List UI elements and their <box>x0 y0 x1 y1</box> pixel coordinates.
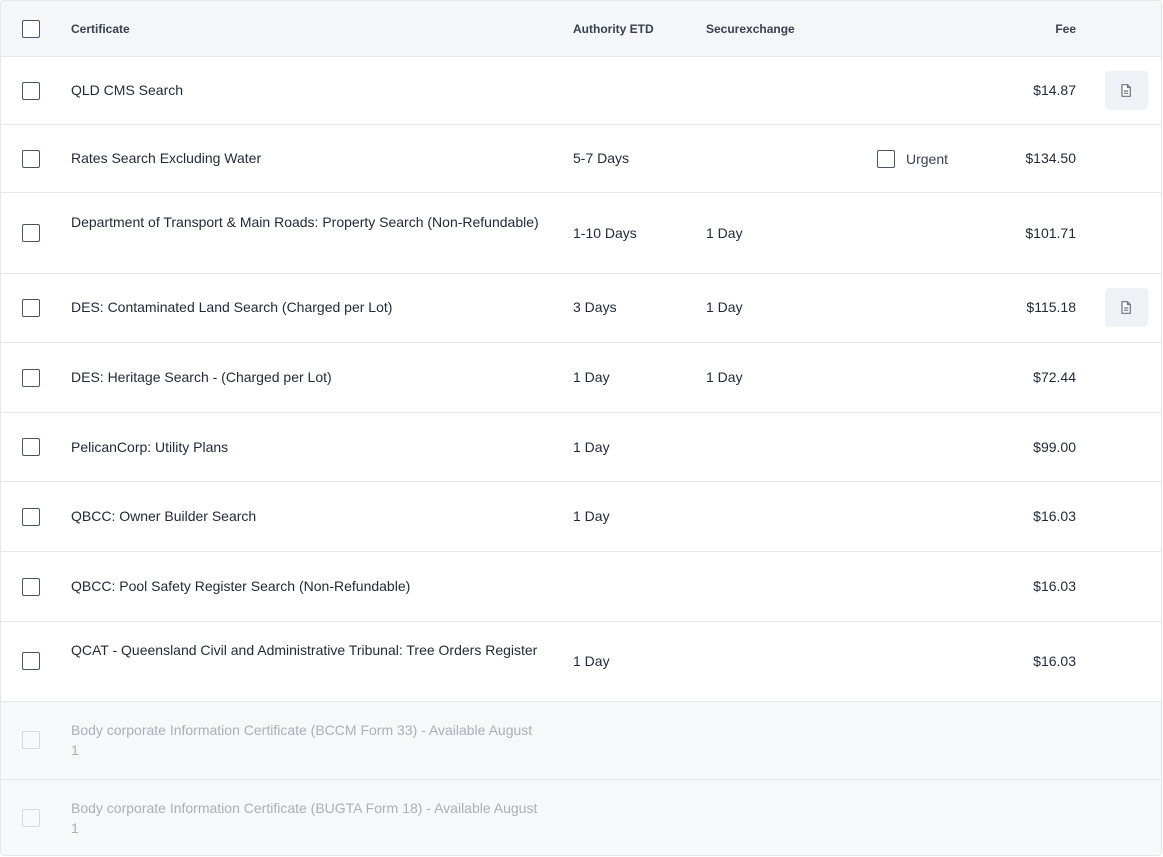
row-checkbox-disabled <box>22 809 40 827</box>
row-checkbox[interactable] <box>22 578 40 596</box>
certificate-name: QBCC: Owner Builder Search <box>71 508 257 524</box>
document-button[interactable] <box>1105 71 1148 110</box>
certificate-name: Body corporate Information Certificate (… <box>71 722 533 758</box>
header-certificate[interactable]: Certificate <box>71 19 541 39</box>
urgent-label[interactable]: Urgent <box>906 149 948 169</box>
authority-etd-value: 1 Day <box>573 653 610 669</box>
authority-etd-value: 1 Day <box>573 369 610 385</box>
fee-value: $16.03 <box>1033 508 1076 524</box>
header-securexchange[interactable]: Securexchange <box>706 19 795 39</box>
document-icon <box>1121 301 1131 314</box>
header-fee[interactable]: Fee <box>981 19 1076 39</box>
select-all-checkbox[interactable] <box>22 20 40 38</box>
authority-etd-value: 5-7 Days <box>573 150 630 166</box>
certificate-name: QBCC: Pool Safety Register Search (Non-R… <box>71 578 411 594</box>
table-row-disabled: Body corporate Information Certificate (… <box>1 702 1161 780</box>
fee-value: $16.03 <box>1033 578 1076 594</box>
row-checkbox[interactable] <box>22 369 40 387</box>
row-checkbox[interactable] <box>22 224 40 242</box>
fee-value: $99.00 <box>1033 439 1076 455</box>
certificate-name: DES: Heritage Search - (Charged per Lot) <box>71 369 332 385</box>
fee-value: $134.50 <box>1025 150 1076 166</box>
certificate-name: Rates Search Excluding Water <box>71 150 262 166</box>
row-checkbox[interactable] <box>22 652 40 670</box>
table-row[interactable]: DES: Heritage Search - (Charged per Lot)… <box>1 343 1161 413</box>
certificate-name: Department of Transport & Main Roads: Pr… <box>71 214 539 230</box>
urgent-checkbox[interactable] <box>877 150 895 168</box>
table-row[interactable]: PelicanCorp: Utility Plans 1 Day $99.00 <box>1 413 1161 482</box>
table-row[interactable]: DES: Contaminated Land Search (Charged p… <box>1 274 1161 343</box>
securexchange-value: 1 Day <box>706 225 743 241</box>
row-checkbox-disabled <box>22 731 40 749</box>
authority-etd-value: 1-10 Days <box>573 225 637 241</box>
table-row-disabled: Body corporate Information Certificate (… <box>1 780 1161 855</box>
table-row[interactable]: Rates Search Excluding Water 5-7 Days Ur… <box>1 125 1161 193</box>
row-checkbox[interactable] <box>22 299 40 317</box>
table-row[interactable]: QBCC: Owner Builder Search 1 Day $16.03 <box>1 482 1161 552</box>
securexchange-value: 1 Day <box>706 369 743 385</box>
authority-etd-value: 1 Day <box>573 508 610 524</box>
certificate-name: QLD CMS Search <box>71 82 184 98</box>
fee-value: $14.87 <box>1033 82 1076 98</box>
table-row[interactable]: QLD CMS Search $14.87 <box>1 57 1161 125</box>
certificates-table: Certificate Authority ETD Securexchange … <box>0 0 1162 856</box>
certificate-name: QCAT - Queensland Civil and Administrati… <box>71 642 538 658</box>
document-icon <box>1121 84 1131 97</box>
certificate-name: PelicanCorp: Utility Plans <box>71 439 229 455</box>
fee-value: $101.71 <box>1025 225 1076 241</box>
row-checkbox[interactable] <box>22 150 40 168</box>
fee-value: $72.44 <box>1033 369 1076 385</box>
table-row[interactable]: QBCC: Pool Safety Register Search (Non-R… <box>1 552 1161 622</box>
fee-value: $115.18 <box>1026 299 1076 315</box>
header-authority-etd[interactable]: Authority ETD <box>573 19 654 39</box>
table-header: Certificate Authority ETD Securexchange … <box>1 1 1161 57</box>
certificate-name: Body corporate Information Certificate (… <box>71 800 538 836</box>
row-checkbox[interactable] <box>22 508 40 526</box>
authority-etd-value: 1 Day <box>573 439 610 455</box>
authority-etd-value: 3 Days <box>573 299 617 315</box>
row-checkbox[interactable] <box>22 438 40 456</box>
row-checkbox[interactable] <box>22 82 40 100</box>
certificate-name: DES: Contaminated Land Search (Charged p… <box>71 299 393 315</box>
securexchange-value: 1 Day <box>706 299 743 315</box>
table-row[interactable]: Department of Transport & Main Roads: Pr… <box>1 193 1161 274</box>
document-button[interactable] <box>1105 288 1148 327</box>
table-row[interactable]: QCAT - Queensland Civil and Administrati… <box>1 622 1161 702</box>
fee-value: $16.03 <box>1033 653 1076 669</box>
